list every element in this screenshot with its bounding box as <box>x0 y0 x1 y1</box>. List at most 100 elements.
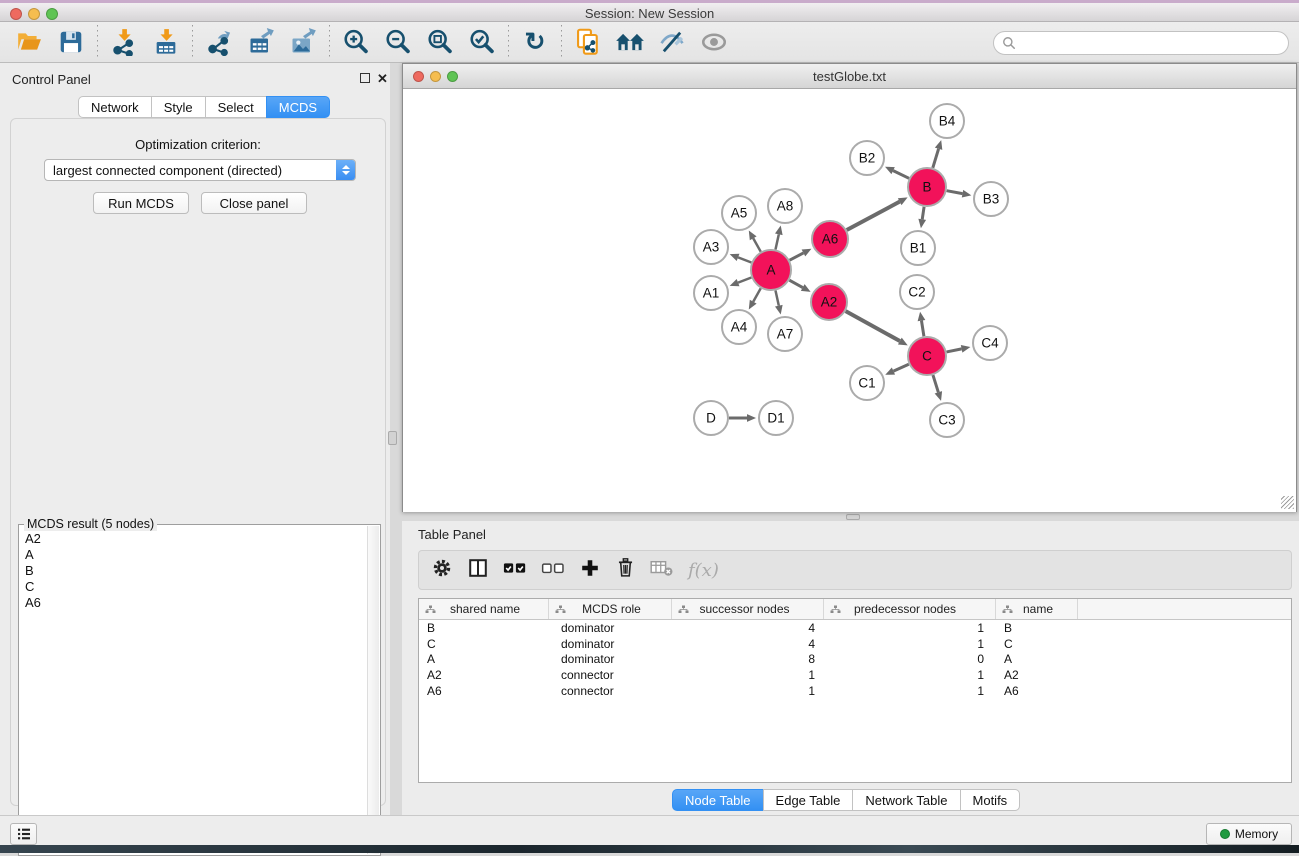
graph-edge[interactable] <box>847 197 908 230</box>
graph-edge[interactable] <box>885 167 909 179</box>
search-input[interactable] <box>1021 36 1288 50</box>
horizontal-splitter-handle[interactable] <box>846 514 860 520</box>
graph-edge[interactable] <box>775 226 783 250</box>
zoom-fit-button[interactable] <box>419 25 461 59</box>
table-row[interactable]: A2connector11A2 <box>419 667 1291 683</box>
tab-mcds[interactable]: MCDS <box>266 96 330 118</box>
tab-motifs[interactable]: Motifs <box>960 789 1021 811</box>
graph-edge[interactable] <box>749 230 761 251</box>
memory-button[interactable]: Memory <box>1206 823 1292 845</box>
tab-select[interactable]: Select <box>205 96 267 118</box>
mcds-result-item[interactable]: A2 <box>20 531 367 547</box>
column-header[interactable]: shared name <box>419 599 549 619</box>
unselect-all-columns-button[interactable] <box>541 559 565 582</box>
column-header[interactable]: name <box>996 599 1078 619</box>
graph-edge[interactable] <box>885 364 909 375</box>
create-column-button[interactable] <box>579 557 601 584</box>
graph-edge[interactable] <box>918 207 926 228</box>
network-graph[interactable]: B4B2BB3A8A5A6A3B1AA1C2A2A4A7C4CC1DD1C3 <box>403 90 1296 512</box>
graph-node-C1[interactable]: C1 <box>850 366 884 400</box>
tab-style[interactable]: Style <box>151 96 206 118</box>
graph-node-A3[interactable]: A3 <box>694 230 728 264</box>
graph-edge[interactable] <box>947 190 972 198</box>
show-column-panel-button[interactable] <box>467 557 489 584</box>
open-session-button[interactable] <box>8 25 50 59</box>
graphics-details-button[interactable] <box>651 25 693 59</box>
graph-edge[interactable] <box>947 345 971 353</box>
graph-node-C3[interactable]: C3 <box>930 403 964 437</box>
graph-edge[interactable] <box>933 140 943 168</box>
graph-edge[interactable] <box>933 375 942 401</box>
graph-edge[interactable] <box>790 249 812 260</box>
graph-node-B3[interactable]: B3 <box>974 182 1008 216</box>
graph-node-B4[interactable]: B4 <box>930 104 964 138</box>
tab-edge-table[interactable]: Edge Table <box>763 789 854 811</box>
graph-node-A7[interactable]: A7 <box>768 317 802 351</box>
graph-edge[interactable] <box>775 291 783 315</box>
table-row[interactable]: Bdominator41B <box>419 620 1291 636</box>
graph-edge[interactable] <box>729 414 756 422</box>
column-header[interactable]: MCDS role <box>549 599 672 619</box>
graph-node-A4[interactable]: A4 <box>722 310 756 344</box>
network-from-selection-button[interactable] <box>567 25 609 59</box>
import-network-button[interactable] <box>103 25 145 59</box>
graph-node-A5[interactable]: A5 <box>722 196 756 230</box>
mcds-result-list[interactable]: A2ABCA6 <box>20 526 367 854</box>
export-image-button[interactable] <box>282 25 324 59</box>
zoom-out-button[interactable] <box>377 25 419 59</box>
import-table-button[interactable] <box>145 25 187 59</box>
table-row[interactable]: A6connector11A6 <box>419 683 1291 699</box>
graph-node-D[interactable]: D <box>694 401 728 435</box>
table-row[interactable]: Adominator80A <box>419 652 1291 668</box>
select-all-columns-button[interactable] <box>503 559 527 582</box>
close-panel-button[interactable]: ✕ <box>376 72 389 85</box>
network-canvas[interactable]: B4B2BB3A8A5A6A3B1AA1C2A2A4A7C4CC1DD1C3 <box>403 90 1296 512</box>
graph-edge[interactable] <box>730 278 752 287</box>
graph-edge[interactable] <box>918 312 926 336</box>
graph-edge[interactable] <box>730 254 752 263</box>
network-window-titlebar[interactable]: testGlobe.txt <box>403 64 1296 89</box>
float-panel-button[interactable] <box>358 72 371 85</box>
graph-node-A[interactable]: A <box>751 250 791 290</box>
mcds-result-item[interactable]: C <box>20 579 367 595</box>
mcds-result-item[interactable]: A <box>20 547 367 563</box>
graph-node-B1[interactable]: B1 <box>901 231 935 265</box>
show-task-history-button[interactable] <box>10 823 37 845</box>
graph-node-B[interactable]: B <box>908 168 946 206</box>
graph-node-C2[interactable]: C2 <box>900 275 934 309</box>
criterion-dropdown[interactable]: largest connected component (directed) <box>44 159 356 181</box>
search-field[interactable] <box>993 31 1289 55</box>
tab-network-table[interactable]: Network Table <box>852 789 960 811</box>
zoom-selected-button[interactable] <box>461 25 503 59</box>
delete-column-button[interactable] <box>615 557 636 584</box>
close-panel-action-button[interactable]: Close panel <box>201 192 307 214</box>
run-mcds-button[interactable]: Run MCDS <box>93 192 189 214</box>
mcds-list-scrollbar[interactable] <box>367 526 379 854</box>
graph-node-A6[interactable]: A6 <box>812 221 848 257</box>
tab-node-table[interactable]: Node Table <box>672 789 764 811</box>
first-neighbors-button[interactable] <box>609 25 651 59</box>
graph-node-C4[interactable]: C4 <box>973 326 1007 360</box>
table-row[interactable]: Cdominator41C <box>419 636 1291 652</box>
graph-node-C[interactable]: C <box>908 337 946 375</box>
graph-edge[interactable] <box>749 288 761 309</box>
save-session-button[interactable] <box>50 25 92 59</box>
export-network-button[interactable] <box>198 25 240 59</box>
graph-node-A1[interactable]: A1 <box>694 276 728 310</box>
tab-network[interactable]: Network <box>78 96 152 118</box>
hide-details-button[interactable] <box>693 25 735 59</box>
window-resize-grip[interactable] <box>1281 496 1294 509</box>
graph-node-A8[interactable]: A8 <box>768 189 802 223</box>
mcds-result-item[interactable]: A6 <box>20 595 367 611</box>
vertical-splitter-handle[interactable] <box>388 431 397 445</box>
column-header[interactable]: predecessor nodes <box>824 599 996 619</box>
mcds-result-item[interactable]: B <box>20 563 367 579</box>
graph-node-D1[interactable]: D1 <box>759 401 793 435</box>
table-settings-button[interactable] <box>431 557 453 584</box>
refresh-view-button[interactable]: ↻ <box>514 25 556 59</box>
graph-node-B2[interactable]: B2 <box>850 141 884 175</box>
export-table-button[interactable] <box>240 25 282 59</box>
zoom-in-button[interactable] <box>335 25 377 59</box>
graph-edge[interactable] <box>846 311 908 345</box>
graph-edge[interactable] <box>789 280 810 292</box>
